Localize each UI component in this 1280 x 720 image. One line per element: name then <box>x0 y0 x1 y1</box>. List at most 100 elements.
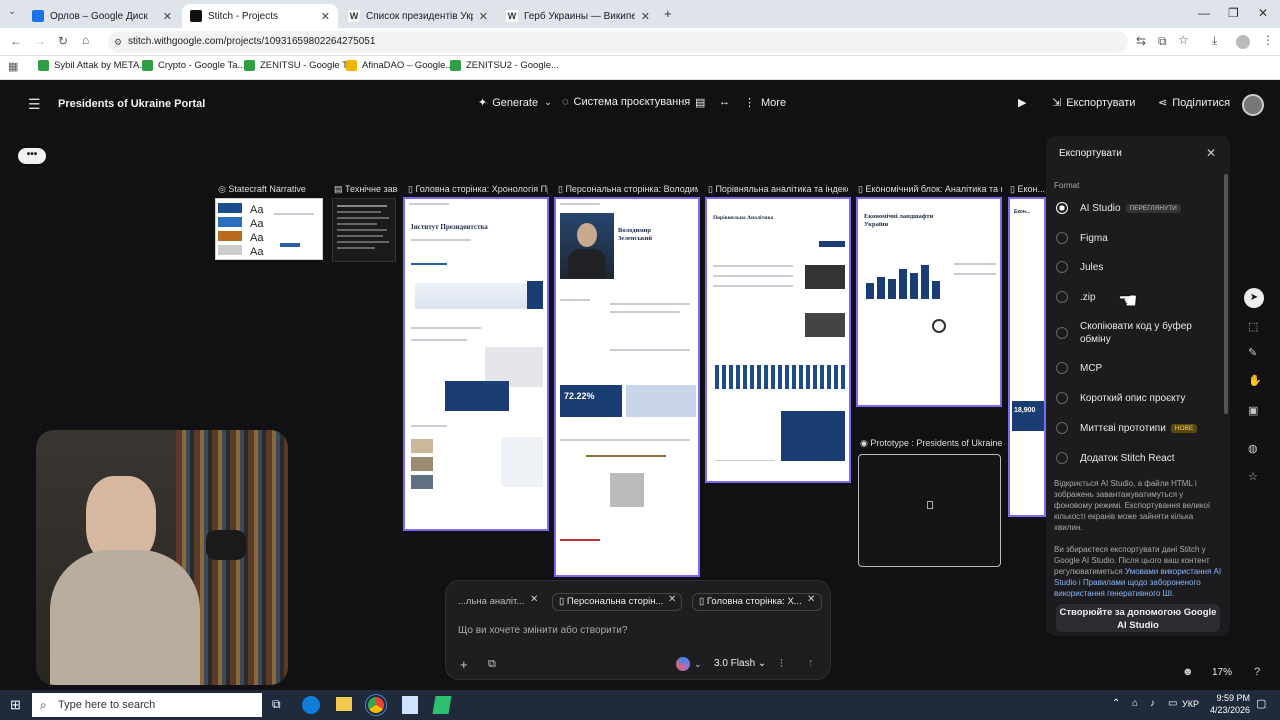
mood-icon[interactable]: ☻ <box>1182 666 1194 678</box>
pen-tool-icon[interactable]: ✎ <box>1248 346 1257 359</box>
bookmark-item[interactable]: ZENITSU - Google T... <box>244 60 355 71</box>
export-option-copy-code[interactable]: Скопіювати код у буфер обміну <box>1056 320 1206 346</box>
radio-selected[interactable] <box>1056 202 1068 214</box>
image-tool-icon[interactable]: ▣ <box>1248 404 1258 417</box>
battery-icon[interactable]: ▭ <box>1168 698 1177 709</box>
profile-avatar[interactable] <box>1236 35 1250 49</box>
language-indicator[interactable]: УКР <box>1182 699 1199 709</box>
bookmark-item[interactable]: Crypto - Google Ta... <box>142 60 245 71</box>
reload-icon[interactable]: ↻ <box>58 34 68 48</box>
frame-label[interactable]: ▯ Екон... <box>1010 184 1046 195</box>
prototype-label[interactable]: ◉ Prototype : Presidents of Ukraine Hi..… <box>860 438 1004 449</box>
radio[interactable] <box>1056 422 1068 434</box>
panel-scrollbar[interactable] <box>1224 174 1228 414</box>
windows-start-icon[interactable]: ⊞ <box>10 697 21 713</box>
radio[interactable] <box>1056 452 1068 464</box>
apps-grid-icon[interactable]: ▦ <box>8 60 18 73</box>
browser-menu-icon[interactable]: ⋮ <box>1262 33 1274 47</box>
generate-button[interactable]: ✦ Generate ⌄ <box>478 96 552 110</box>
screen-card-economy[interactable]: Економічні ландшафти України <box>856 197 1002 407</box>
voice-wave-icon[interactable]: ⫶ <box>780 658 783 671</box>
radio[interactable] <box>1056 392 1068 404</box>
frame-label[interactable]: ▯ Економічний блок: Аналітика та по... <box>858 184 1002 195</box>
frame-label[interactable]: ▯ Персональна сторінка: Володим... <box>558 184 698 195</box>
user-avatar[interactable] <box>1242 94 1264 116</box>
notifications-icon[interactable]: ▢ <box>1256 697 1266 710</box>
tray-up-arrow-icon[interactable]: ⌃ <box>1112 698 1120 709</box>
design-system-button[interactable]: ◌ Система проєктування <box>562 96 690 108</box>
install-app-icon[interactable]: ⧉ <box>1158 34 1167 49</box>
favorite-star-icon[interactable]: ☆ <box>1248 470 1258 483</box>
home-icon[interactable]: ⌂ <box>82 33 89 47</box>
close-panel-icon[interactable]: ✕ <box>1206 146 1216 160</box>
more-button[interactable]: ⋮ More <box>744 96 786 110</box>
close-tab-icon[interactable]: ✕ <box>641 10 650 23</box>
chip-remove-icon[interactable]: ✕ <box>807 594 815 605</box>
window-close-icon[interactable]: ✕ <box>1258 6 1268 20</box>
export-option-figma[interactable]: Figma <box>1056 232 1108 244</box>
theme-palette-icon[interactable]: ◍ <box>1248 442 1258 455</box>
site-info-icon[interactable]: ⚙ <box>114 31 122 53</box>
new-tab-plus-icon[interactable]: + <box>664 6 672 21</box>
translate-icon[interactable]: ⇆ <box>1136 34 1146 48</box>
frame-label[interactable]: ▯ Головна сторінка: Хронологія Пре... <box>408 184 548 195</box>
document-app-icon[interactable] <box>402 696 418 714</box>
network-icon[interactable]: ⌂ <box>1132 698 1138 709</box>
fit-width-icon[interactable]: ↔ <box>719 96 730 108</box>
chip-remove-icon[interactable]: ✕ <box>668 594 676 605</box>
zoom-level[interactable]: 17% <box>1212 667 1232 678</box>
taskbar-search-input[interactable]: ⌕ Type here to search <box>32 693 262 717</box>
export-option-mcp[interactable]: MCP <box>1056 362 1102 374</box>
edge-icon[interactable] <box>302 696 320 714</box>
forward-arrow-icon[interactable]: → <box>34 34 46 48</box>
screen-card-home[interactable]: Інститут Президентства <box>403 197 549 531</box>
export-option-jules[interactable]: Jules <box>1056 261 1103 273</box>
radio[interactable] <box>1056 327 1068 339</box>
task-view-icon[interactable]: ⧉ <box>272 697 281 712</box>
hand-tool-icon[interactable]: ✋ <box>1248 374 1262 387</box>
radio[interactable] <box>1056 291 1068 303</box>
browser-tab[interactable]: W Герб Украины — Википедия ✕ <box>498 4 658 28</box>
close-tab-icon[interactable]: ✕ <box>163 10 172 23</box>
file-explorer-icon[interactable] <box>336 697 352 711</box>
export-option-zip[interactable]: .zip <box>1056 291 1096 303</box>
close-tab-icon[interactable]: ✕ <box>321 10 330 23</box>
bookmark-item[interactable]: Sybil Attak by META... <box>38 60 147 71</box>
minimize-icon[interactable]: — <box>1198 6 1210 20</box>
radio[interactable] <box>1056 232 1068 244</box>
back-arrow-icon[interactable]: ← <box>10 34 22 48</box>
frame-tool-icon[interactable]: ⬚ <box>1248 320 1258 333</box>
export-option-stitch-react[interactable]: Додаток Stitch React <box>1056 452 1175 464</box>
volume-icon[interactable]: ♪ <box>1150 698 1155 709</box>
context-chip[interactable]: ▯ Персональна сторін... <box>552 593 682 611</box>
clock[interactable]: 9:59 PM 4/23/2026 <box>1206 692 1250 716</box>
browser-tab[interactable]: Орлов – Google Диск ✕ <box>24 4 180 28</box>
send-arrow-icon[interactable]: ↑ <box>808 657 814 669</box>
browser-tab[interactable]: W Список президентів України – ✕ <box>340 4 496 28</box>
help-icon[interactable]: ? <box>1254 666 1260 678</box>
export-button[interactable]: ⇲ Експортувати <box>1052 96 1135 110</box>
radio[interactable] <box>1056 362 1068 374</box>
restore-icon[interactable]: ❐ <box>1228 6 1239 20</box>
chrome-icon[interactable] <box>366 695 386 715</box>
bookmark-item[interactable]: AfinaDAO – Google... <box>346 60 453 71</box>
frame-label[interactable]: ▯ Порівняльна аналітика та індекси ... <box>708 184 848 195</box>
add-plus-icon[interactable]: + <box>460 657 468 672</box>
tech-spec-card[interactable] <box>332 198 396 262</box>
browser-tab-active[interactable]: Stitch - Projects ✕ <box>182 4 338 28</box>
hamburger-menu-icon[interactable]: ☰ <box>28 96 41 113</box>
export-option-instant-prototypes[interactable]: Миттєві прототипи НОВЕ <box>1056 422 1198 434</box>
screen-card-person[interactable]: Володимир Зеленський 72.22% <box>554 197 700 577</box>
screen-card-partial[interactable]: Екон... 18,900 <box>1008 197 1046 517</box>
layout-icon[interactable]: ▤ <box>695 96 705 109</box>
assistant-chat-icon[interactable]: ••• <box>18 148 46 164</box>
bookmark-item[interactable]: ZENITSU2 - Google... <box>450 60 559 71</box>
chevron-down-icon[interactable]: ⌄ <box>694 659 702 670</box>
url-field[interactable]: ⚙ stitch.withgoogle.com/projects/1093165… <box>108 31 1128 53</box>
prompt-input[interactable]: Що ви хочете змінити або створити? <box>458 625 627 636</box>
chip-remove-icon[interactable]: ✕ <box>530 594 538 605</box>
radio[interactable] <box>1056 261 1068 273</box>
bookmark-star-icon[interactable]: ☆ <box>1178 33 1189 47</box>
tab-list-chevron-icon[interactable]: ⌄ <box>8 6 16 17</box>
attach-screen-icon[interactable]: ⧉ <box>488 658 496 671</box>
